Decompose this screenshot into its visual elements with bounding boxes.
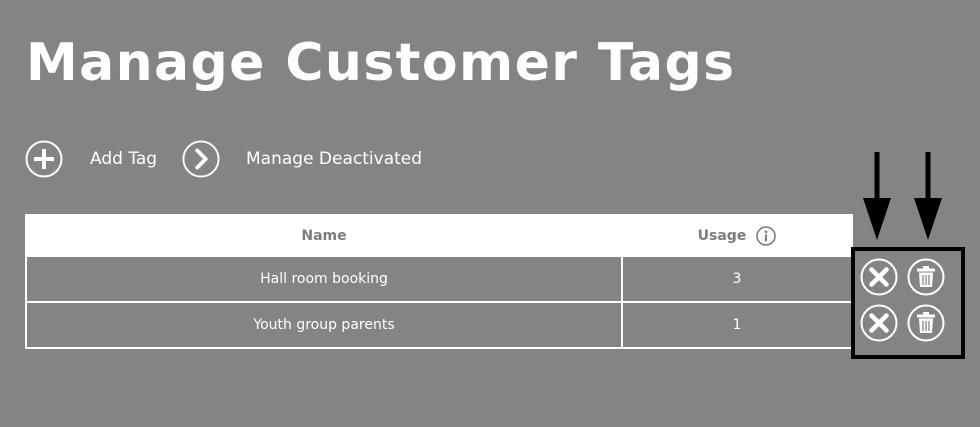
- deactivate-tag-button[interactable]: [860, 304, 898, 342]
- page-title: Manage Customer Tags: [26, 33, 736, 93]
- deactivate-tag-button[interactable]: [860, 258, 898, 296]
- close-circle-icon: [860, 304, 898, 342]
- tag-name-cell: Hall room booking: [25, 255, 623, 303]
- down-arrow-icon: [862, 152, 892, 242]
- table-row[interactable]: Hall room booking 3: [25, 255, 853, 303]
- tags-table: Name Usage Hall room booking 3 Youth gro…: [25, 214, 853, 349]
- manage-deactivated-label: Manage Deactivated: [246, 149, 423, 169]
- tag-usage-cell: 3: [621, 255, 853, 303]
- down-arrow-icon: [913, 152, 943, 242]
- delete-tag-button[interactable]: [907, 304, 945, 342]
- delete-tag-button[interactable]: [907, 258, 945, 296]
- chevron-right-circle-icon: [182, 140, 220, 178]
- usage-column-label: Usage: [697, 227, 747, 244]
- plus-circle-icon: [25, 140, 63, 178]
- tag-name-cell: Youth group parents: [25, 301, 623, 349]
- manage-deactivated-button[interactable]: Manage Deactivated: [182, 140, 422, 178]
- name-column-header[interactable]: Name: [25, 214, 623, 257]
- tag-usage-cell: 1: [621, 301, 853, 349]
- trash-icon: [907, 304, 945, 342]
- close-circle-icon: [860, 258, 898, 296]
- add-tag-button[interactable]: Add Tag: [25, 140, 157, 178]
- usage-column-header[interactable]: Usage: [621, 214, 853, 257]
- name-column-label: Name: [301, 227, 347, 244]
- info-icon[interactable]: [756, 225, 777, 246]
- add-tag-label: Add Tag: [90, 149, 158, 169]
- trash-icon: [907, 258, 945, 296]
- table-header-row: Name Usage: [25, 214, 853, 257]
- table-row[interactable]: Youth group parents 1: [25, 301, 853, 349]
